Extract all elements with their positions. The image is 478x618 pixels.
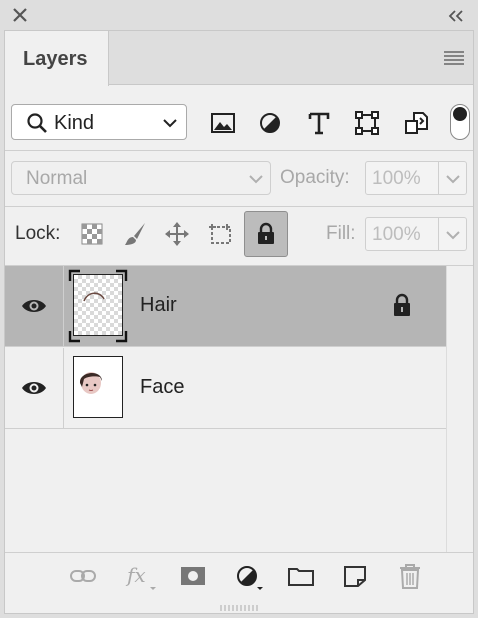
lock-label: Lock:: [15, 223, 61, 244]
adjustment-layer-icon[interactable]: [233, 562, 267, 590]
filter-kind-label: Kind: [54, 112, 95, 134]
lock-artboard-icon[interactable]: [207, 220, 235, 248]
add-mask-icon[interactable]: [179, 562, 207, 590]
lock-all-button[interactable]: [244, 211, 288, 257]
filter-toggle-knob: [453, 107, 467, 121]
visibility-column: [5, 266, 64, 346]
divider: [5, 206, 473, 207]
chevron-down-icon: [446, 231, 460, 240]
opacity-dropdown[interactable]: [439, 161, 467, 195]
shape-filter-icon[interactable]: [353, 109, 381, 137]
new-layer-icon[interactable]: [341, 562, 369, 590]
lock-position-icon[interactable]: [163, 220, 191, 248]
fill-input[interactable]: 100%: [365, 217, 439, 251]
face-thumbnail: [79, 372, 102, 394]
opacity-label: Opacity:: [280, 167, 350, 188]
new-group-icon[interactable]: [287, 562, 315, 590]
layers-scrollbar[interactable]: [446, 266, 473, 552]
smart-object-filter-icon[interactable]: [402, 109, 430, 137]
chevron-down-icon: [249, 175, 263, 184]
adjustment-filter-icon[interactable]: [256, 109, 284, 137]
eye-icon[interactable]: [20, 296, 48, 316]
opacity-value: 100%: [372, 168, 421, 189]
lock-image-pixels-icon[interactable]: [121, 220, 149, 248]
fill-label: Fill:: [326, 223, 356, 244]
link-layers-icon[interactable]: [69, 562, 97, 590]
filter-toggle[interactable]: [450, 104, 470, 140]
type-filter-icon[interactable]: [305, 109, 333, 137]
layer-row-face[interactable]: Face: [5, 348, 446, 429]
tab-layers-label: Layers: [23, 48, 88, 70]
layer-lock-icon: [394, 293, 410, 316]
divider: [5, 150, 473, 151]
opacity-input[interactable]: 100%: [365, 161, 439, 195]
fill-value: 100%: [372, 224, 421, 245]
thumbnail-selection-brackets: [68, 269, 128, 343]
resize-grip[interactable]: [219, 604, 259, 612]
tab-layers[interactable]: Layers: [5, 31, 109, 86]
fx-icon[interactable]: fx: [125, 562, 159, 590]
lock-all-icon: [258, 222, 274, 244]
layer-thumbnail-face: [73, 356, 123, 418]
image-filter-icon[interactable]: [209, 109, 237, 137]
svg-text:fx: fx: [125, 563, 146, 587]
chevron-down-icon: [446, 175, 460, 184]
visibility-column: [5, 348, 64, 428]
close-icon[interactable]: [10, 5, 30, 25]
panel-titlebar: [0, 0, 478, 30]
chevron-down-icon: [163, 119, 177, 128]
layer-row-hair[interactable]: Hair: [5, 266, 446, 347]
search-icon: [27, 113, 47, 133]
layer-name-face: Face: [140, 376, 185, 398]
layer-name-hair: Hair: [140, 294, 177, 316]
blend-mode-label: Normal: [26, 168, 88, 189]
lock-transparent-pixels-icon[interactable]: [78, 220, 106, 248]
delete-layer-icon[interactable]: [396, 562, 424, 590]
filter-kind-select[interactable]: Kind: [11, 104, 187, 140]
fill-dropdown[interactable]: [439, 217, 467, 251]
blend-mode-select[interactable]: Normal: [11, 161, 271, 195]
eye-icon[interactable]: [20, 378, 48, 398]
double-chevron-left-icon[interactable]: [446, 8, 468, 24]
panel-menu-icon[interactable]: [443, 50, 465, 66]
